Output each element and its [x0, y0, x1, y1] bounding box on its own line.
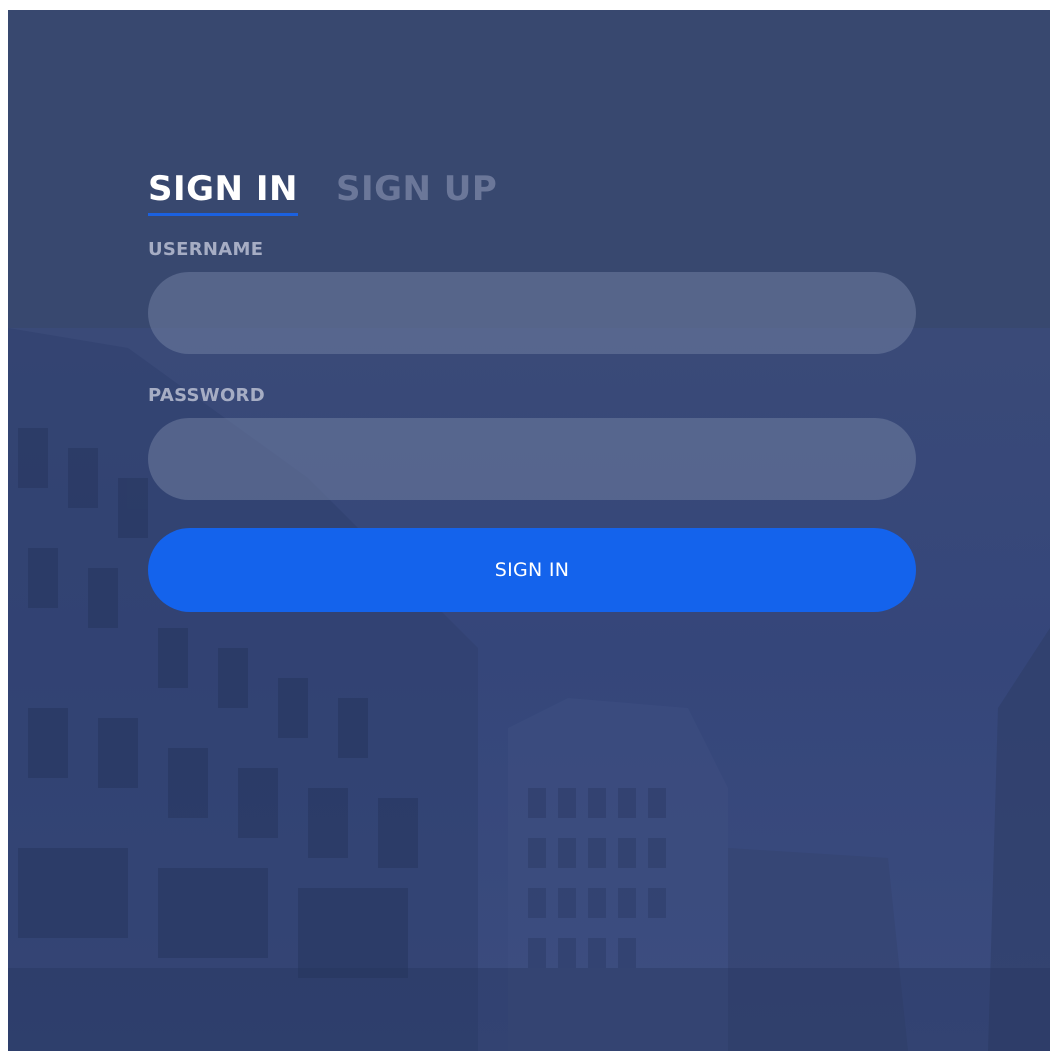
sign-in-button[interactable]: SIGN IN	[148, 528, 916, 612]
auth-tabs: SIGN IN SIGN UP	[148, 160, 918, 216]
tab-sign-in[interactable]: SIGN IN	[148, 169, 298, 216]
username-label: USERNAME	[148, 239, 264, 260]
password-input[interactable]	[148, 418, 916, 500]
tab-sign-up[interactable]: SIGN UP	[336, 169, 497, 216]
password-label: PASSWORD	[148, 385, 265, 406]
sign-in-form: SIGN IN SIGN UP USERNAME PASSWORD SIGN I…	[148, 160, 918, 612]
login-page: SIGN IN SIGN UP USERNAME PASSWORD SIGN I…	[0, 0, 1050, 1051]
username-input[interactable]	[148, 272, 916, 354]
